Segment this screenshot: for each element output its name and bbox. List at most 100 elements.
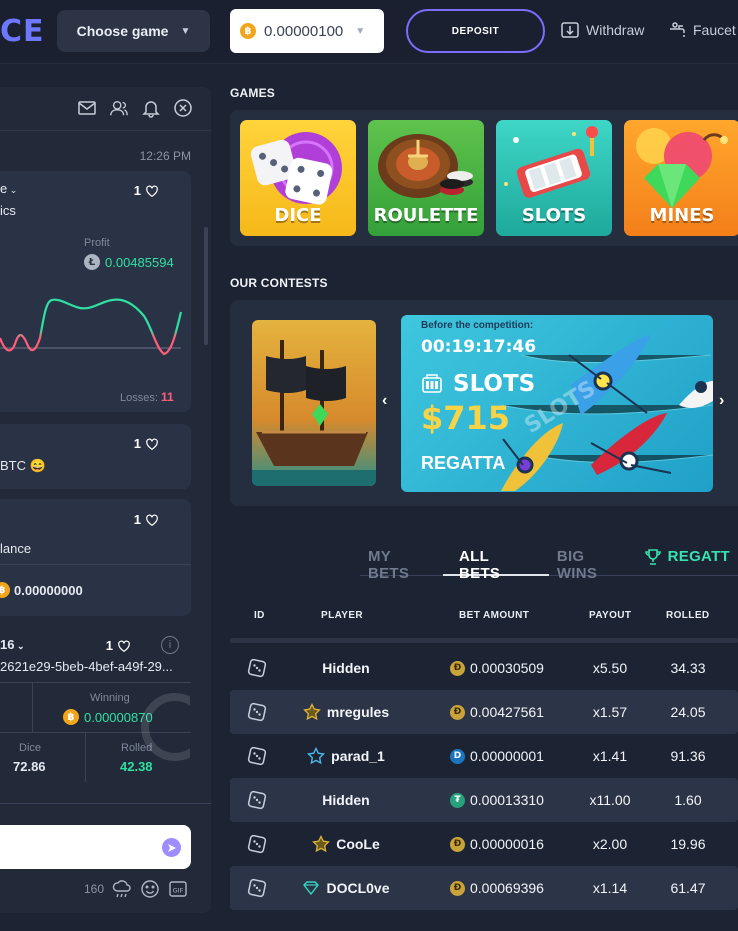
profit-label: Profit [84,237,110,249]
faucet-button[interactable]: Faucet [667,20,736,40]
tab-regatta[interactable]: REGATT [636,548,738,576]
balance-selector[interactable]: ฿ 0.00000100 ▼ [230,9,384,53]
heart-icon [146,185,158,197]
rain-icon[interactable] [112,879,132,899]
table-row[interactable]: parad_1 D 0.00000001 x1.41 91.36 [230,734,738,778]
payout: x1.14 [592,880,628,896]
player-cell[interactable]: Hidden [290,778,402,822]
info-icon[interactable]: i [161,636,179,654]
table-header: ID PLAYER BET AMOUNT PAYOUT ROLLED [230,600,738,634]
dice-watermark-icon [141,693,190,761]
bitcoin-icon: ฿ [0,582,10,598]
rolled: 34.33 [670,660,706,676]
table-row[interactable]: CooLe Ð 0.00000016 x2.00 19.96 [230,822,738,866]
balance-value: 0.00000100 [264,22,344,40]
losses-value: 11 [160,390,174,404]
rolled: 91.36 [670,748,706,764]
game-card-dice[interactable]: DICE [240,120,356,236]
carousel-next-icon[interactable]: › [719,392,724,410]
like-button[interactable]: 1 [134,183,159,198]
game-card-label: SLOTS [521,205,587,226]
column-rolled: ROLLED [666,610,710,621]
users-icon[interactable] [109,98,129,118]
mail-icon[interactable] [77,98,97,118]
dice-icon[interactable] [246,866,268,910]
dice-icon[interactable] [246,734,268,778]
chevron-down-icon: ⌄ [14,641,25,651]
rolled: 24.05 [670,704,706,720]
like-button[interactable]: 1 [134,512,159,527]
logo[interactable]: CE [0,14,45,49]
doge-coin-icon: Ð [450,660,465,676]
games-strip: DICE ROULETTE SLOTS MINES [230,110,738,246]
tab-regatta-label: REGATT [667,548,730,565]
tether-coin-icon: ₮ [450,792,465,808]
chat-message-text: ics [0,203,16,218]
player-name: Hidden [322,792,370,808]
game-card-label: DICE [274,205,322,226]
choose-game-dropdown[interactable]: Choose game ▼ [57,10,210,52]
player-cell[interactable]: parad_1 [290,734,402,778]
withdraw-icon [560,20,580,40]
bell-icon[interactable] [141,98,161,118]
tab-all-bets[interactable]: ALL BETS [443,548,549,582]
chat-timestamp: 12:26 PM [139,149,191,163]
deposit-button[interactable]: DEPOSIT [406,9,545,53]
chat-message-text: BTC 😄 [0,458,46,473]
bet-amount-cell: Ð 0.00000016 [450,822,580,866]
player-cell[interactable]: DOCL0ve [290,866,402,910]
like-count: 1 [133,183,141,198]
bet-amount: 0.00000016 [470,836,544,852]
slot-machine-icon [422,374,442,393]
bet-hash[interactable]: 2621e29-5beb-4bef-a49f-29... [0,659,191,674]
player-name: DOCL0ve [326,880,390,896]
player-cell[interactable]: CooLe [290,822,402,866]
table-row[interactable]: Hidden Ð 0.00030509 x5.50 34.33 [230,646,738,690]
chat-message-card: e ⌄ 1 ics Profit Ł 0.00485594 Losses: 11 [0,171,191,412]
rolled: 61.47 [670,880,706,896]
like-button[interactable]: 1 [106,638,131,653]
player-name: Hidden [322,660,370,676]
column-id: ID [254,610,265,621]
header-divider [230,638,738,643]
trophy-icon [644,549,661,565]
tab-big-wins[interactable]: BIG WINS [549,548,636,582]
faucet-icon [667,20,687,40]
contest-banner-pirates[interactable] [252,320,376,486]
withdraw-label: Withdraw [586,22,645,38]
emoji-icon[interactable] [140,879,160,899]
game-card-slots[interactable]: SLOTS [496,120,612,236]
gif-icon[interactable]: GIF [168,879,188,899]
tab-my-bets[interactable]: MY BETS [360,548,443,582]
chat-username[interactable]: 16 [0,637,14,652]
faucet-label: Faucet [693,22,736,38]
star-gold-icon [312,835,331,853]
carousel-prev-icon[interactable]: ‹ [382,392,387,410]
dice-icon[interactable] [246,690,268,734]
bets-tabs: MY BETS ALL BETS BIG WINS REGATT [360,548,738,582]
game-card-roulette[interactable]: ROULETTE [368,120,484,236]
chat-scrollbar[interactable] [204,227,208,345]
dice-icon[interactable] [246,822,268,866]
dice-icon[interactable] [246,778,268,822]
contest-game: SLOTS [453,371,536,397]
table-row[interactable]: mregules Ð 0.00427561 x1.57 24.05 [230,690,738,734]
send-button[interactable] [162,838,181,857]
game-card-mines[interactable]: MINES [624,120,738,236]
chat-message-input[interactable] [0,825,191,869]
diamond-icon [302,879,320,897]
withdraw-button[interactable]: Withdraw [560,20,644,40]
litecoin-icon: Ł [84,254,100,270]
table-row[interactable]: Hidden ₮ 0.00013310 x11.00 1.60 [230,778,738,822]
contest-banner-regatta[interactable]: Before the competition: 00:19:17:46 SLOT… [401,315,713,492]
bitcoin-icon: ฿ [63,709,79,725]
player-cell[interactable]: mregules [290,690,402,734]
like-button[interactable]: 1 [134,436,159,451]
player-cell[interactable]: Hidden [290,646,402,690]
close-icon[interactable] [173,98,193,118]
choose-game-label: Choose game [76,23,169,39]
dice-icon[interactable] [246,646,268,690]
table-row[interactable]: DOCL0ve Ð 0.00069396 x1.14 61.47 [230,866,738,910]
rolled: 1.60 [674,792,702,808]
chat-bet-card: 16 ⌄ 1 i 2621e29-5beb-4bef-a49f-29... Wi… [0,627,191,787]
